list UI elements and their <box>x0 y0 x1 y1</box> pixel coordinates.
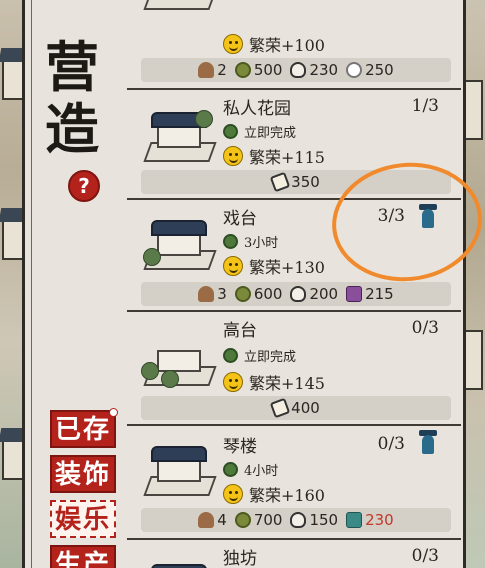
clock-icon <box>223 462 238 477</box>
notification-dot <box>109 408 118 417</box>
clock-icon <box>223 124 238 139</box>
cost-book: 215 <box>346 285 394 303</box>
prosperity-icon <box>223 146 243 166</box>
tab-production[interactable]: 生产 <box>50 545 116 568</box>
build-count: 0/3 <box>411 546 439 566</box>
scroll-icon <box>269 397 291 419</box>
cost-bar: 2 500 230 250 <box>141 58 451 82</box>
prosperity-row: 繁荣+100 <box>223 32 325 56</box>
tab-stored[interactable]: 已存 <box>50 408 118 448</box>
cost-coin: 700 <box>234 511 282 529</box>
build-count: 0/3 <box>377 434 405 454</box>
building-card[interactable]: 琴楼 0/3 4小时 繁荣+160 4 700 150 230 <box>127 426 461 536</box>
help-button[interactable]: ? <box>68 170 100 202</box>
prosperity-row: 繁荣+145 <box>223 370 325 394</box>
building-image <box>141 102 219 166</box>
worker-icon <box>198 286 215 302</box>
tab-entertainment[interactable]: 娱乐 <box>50 500 116 538</box>
cost-worker: 4 <box>198 511 227 529</box>
prosperity-icon <box>223 34 243 54</box>
worker-icon <box>198 512 215 528</box>
cost-cotton: 250 <box>346 61 394 79</box>
building-card[interactable]: 高台 0/3 立即完成 繁荣+145 400 <box>127 312 461 422</box>
tab-decoration[interactable]: 装饰 <box>50 455 116 493</box>
prosperity-row: 繁荣+160 <box>223 482 325 506</box>
building-list[interactable]: 繁荣+100 2 500 230 250 私人花园 1/3 立即完成 繁荣+11… <box>127 0 461 568</box>
clock-icon <box>223 234 238 249</box>
worker-icon <box>198 62 215 78</box>
rice-icon <box>290 62 307 78</box>
building-image <box>141 436 219 500</box>
cost-bar: 3 600 200 215 <box>141 282 451 306</box>
clock-icon <box>223 348 238 363</box>
building-card[interactable]: 繁荣+100 2 500 230 250 <box>127 0 461 88</box>
cost-cloth: 230 <box>346 511 394 529</box>
prosperity-row: 繁荣+115 <box>223 144 325 168</box>
building-name: 高台 <box>223 321 257 341</box>
build-time-row: 4小时 <box>223 460 278 479</box>
cost-scroll: 350 <box>269 171 320 193</box>
cost-rice: 150 <box>290 511 338 529</box>
cost-rice: 200 <box>290 285 338 303</box>
cost-worker: 2 <box>198 61 227 79</box>
coin-icon <box>234 62 251 78</box>
building-image <box>141 0 219 20</box>
coin-icon <box>234 286 251 302</box>
cost-worker: 3 <box>198 285 227 303</box>
building-name: 独坊 <box>223 549 257 568</box>
building-name: 私人花园 <box>223 99 291 119</box>
title-char-1: 营 <box>45 35 99 99</box>
building-image <box>141 210 219 274</box>
build-time-row: 3小时 <box>223 232 278 251</box>
build-count: 1/3 <box>411 96 439 116</box>
building-name: 琴楼 <box>223 437 257 457</box>
cost-rice: 230 <box>290 61 338 79</box>
cost-coin: 600 <box>234 285 282 303</box>
building-card[interactable]: 独坊 0/3 <box>127 540 461 568</box>
build-count: 0/3 <box>411 318 439 338</box>
coin-icon <box>234 512 251 528</box>
cost-scroll: 400 <box>269 397 320 419</box>
cost-bar: 400 <box>141 396 451 420</box>
building-image <box>141 550 219 568</box>
rice-icon <box>290 512 307 528</box>
panel-title: 营 造 <box>32 36 112 160</box>
build-time-row: 立即完成 <box>223 346 296 365</box>
prosperity-row: 繁荣+130 <box>223 254 325 278</box>
title-char-2: 造 <box>45 97 99 161</box>
book-icon <box>346 286 363 302</box>
category-tabs: 已存 装饰 娱乐 生产 <box>50 408 122 568</box>
prosperity-icon <box>223 484 243 504</box>
building-image <box>141 326 219 390</box>
prosperity-icon <box>223 372 243 392</box>
cost-bar: 4 700 150 230 <box>141 508 451 532</box>
cost-coin: 500 <box>234 61 282 79</box>
prosperity-icon <box>223 256 243 276</box>
scholar-icon <box>419 430 437 454</box>
building-name: 戏台 <box>223 209 257 229</box>
scroll-icon <box>269 171 291 193</box>
cotton-icon <box>346 62 363 78</box>
rice-icon <box>290 286 307 302</box>
build-time-row: 立即完成 <box>223 122 296 141</box>
cloth-icon <box>346 512 363 528</box>
